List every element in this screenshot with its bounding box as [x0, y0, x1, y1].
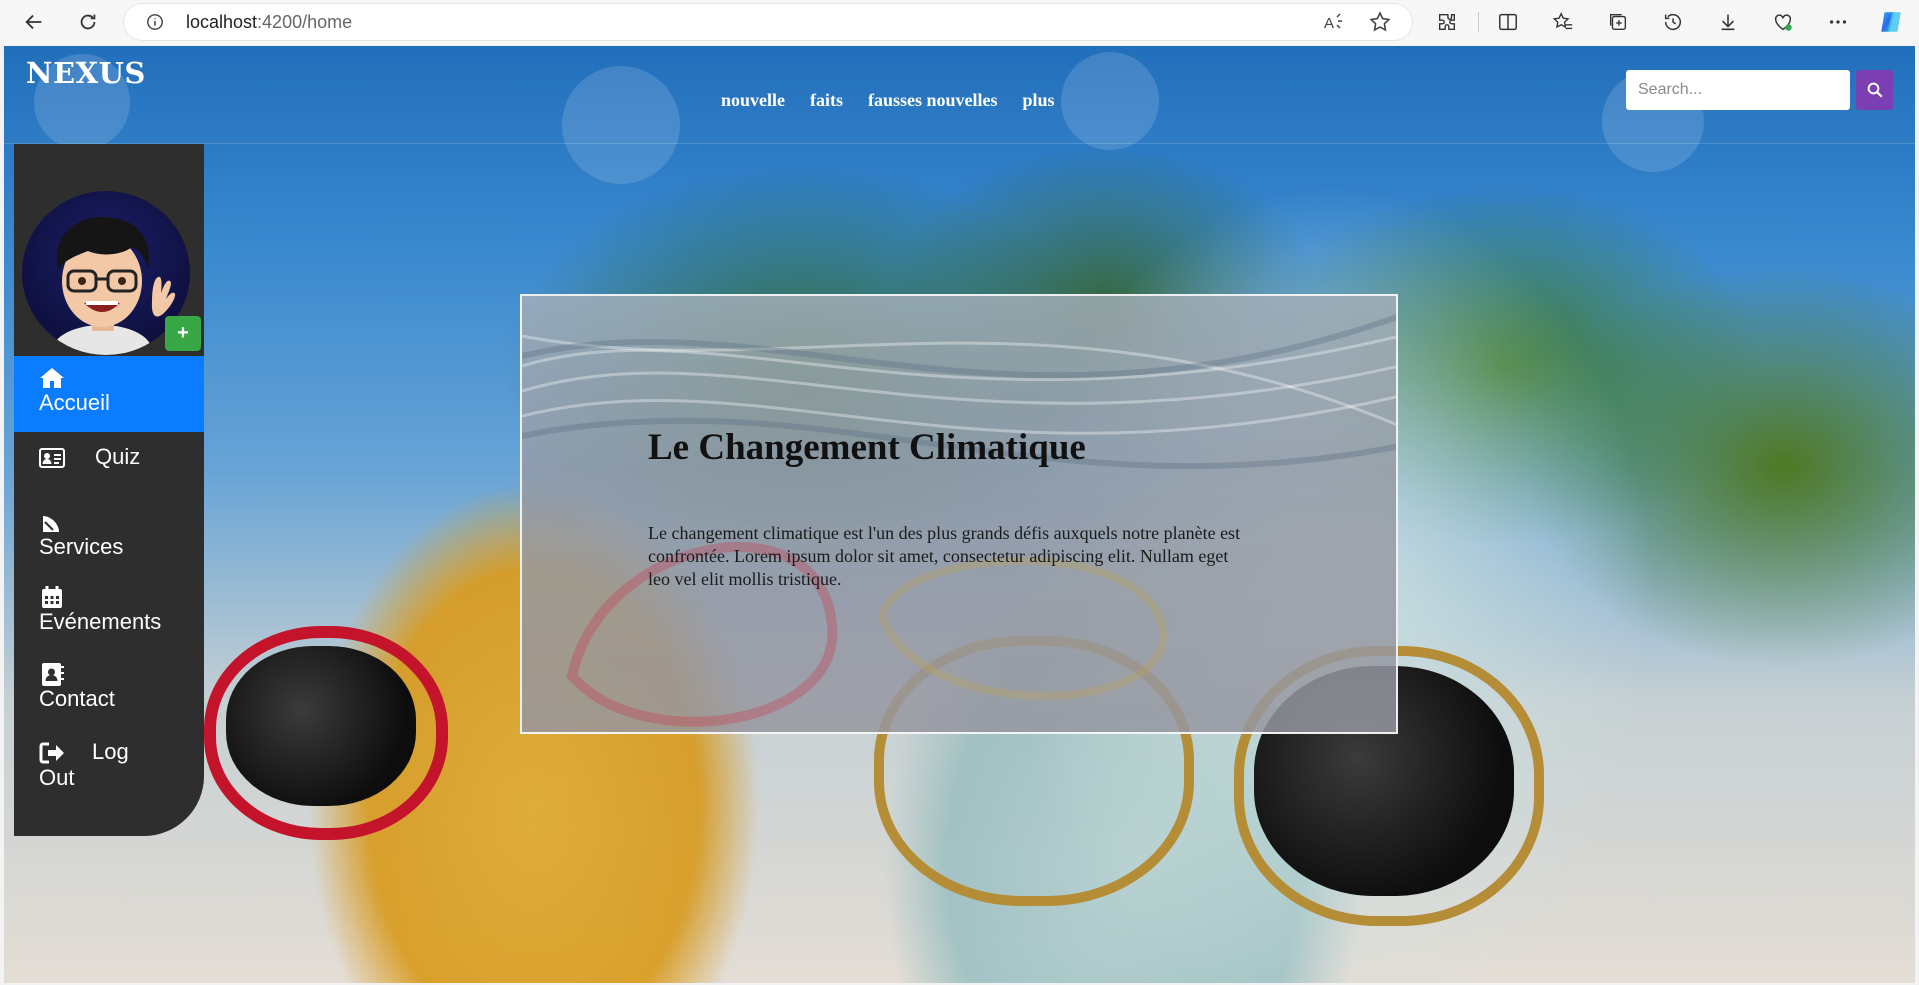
search-icon — [1867, 82, 1883, 98]
more-icon[interactable] — [1821, 5, 1855, 39]
refresh-icon[interactable] — [71, 5, 105, 39]
home-icon — [40, 368, 64, 388]
content-card: Le Changement Climatique Le changement c… — [520, 294, 1398, 734]
card-title: Le Changement Climatique — [648, 427, 1086, 468]
sidebar-item-quiz[interactable]: Quiz — [14, 432, 204, 496]
url-text[interactable]: localhost:4200/home — [186, 12, 352, 33]
calendar-icon — [42, 586, 62, 608]
history-icon[interactable] — [1656, 5, 1690, 39]
svg-text:A: A — [1324, 15, 1334, 32]
copilot-icon[interactable] — [1874, 5, 1908, 39]
favorites-icon[interactable] — [1546, 5, 1580, 39]
browser-essentials-icon[interactable] — [1766, 5, 1800, 39]
favorite-star-icon[interactable] — [1368, 10, 1392, 34]
sidebar-item-evenements[interactable]: Evénements — [14, 573, 204, 650]
address-bar[interactable]: localhost:4200/home A — [124, 4, 1412, 40]
page-background: NEXUS nouvelle faits fausses nouvelles p… — [4, 46, 1915, 983]
sidebar-item-services[interactable]: Services — [14, 496, 204, 573]
sidebar-item-label: Contact — [39, 686, 115, 711]
sign-out-icon — [39, 742, 64, 764]
sidebar-menu: Accueil Quiz Services Evénements Contact… — [14, 356, 204, 817]
info-icon[interactable] — [146, 13, 164, 31]
nav-link-fausses-nouvelles[interactable]: fausses nouvelles — [868, 90, 998, 111]
collections-icon[interactable] — [1601, 5, 1635, 39]
nav-link-plus[interactable]: plus — [1023, 90, 1055, 111]
brand-logo[interactable]: NEXUS — [26, 56, 146, 90]
search-button[interactable] — [1856, 70, 1893, 110]
card-wave-pattern — [522, 314, 1396, 727]
satellite-dish-icon — [43, 511, 64, 532]
card-text: Le changement climatique est l'un des pl… — [648, 523, 1241, 589]
sidebar-item-log-out[interactable]: Log Out — [14, 727, 204, 817]
sidebar: + Accueil Quiz Services Evénements Conta… — [14, 144, 204, 836]
split-screen-icon[interactable] — [1491, 5, 1525, 39]
search-input[interactable] — [1626, 70, 1850, 110]
read-aloud-icon[interactable]: A — [1322, 10, 1346, 34]
extensions-icon[interactable] — [1430, 5, 1464, 39]
address-book-icon — [42, 663, 64, 686]
sidebar-item-label: Services — [39, 534, 124, 559]
sidebar-item-label: Accueil — [39, 390, 110, 415]
sidebar-item-label: Evénements — [39, 609, 162, 634]
downloads-icon[interactable] — [1711, 5, 1745, 39]
add-photo-button[interactable]: + — [165, 316, 201, 351]
id-card-icon — [39, 448, 65, 468]
top-navbar: NEXUS nouvelle faits fausses nouvelles p… — [4, 46, 1915, 184]
nav-links: nouvelle faits fausses nouvelles plus — [721, 90, 1055, 111]
nav-link-nouvelle[interactable]: nouvelle — [721, 90, 785, 111]
sidebar-item-contact[interactable]: Contact — [14, 650, 204, 727]
sidebar-item-accueil[interactable]: Accueil — [14, 356, 204, 432]
nav-link-faits[interactable]: faits — [810, 90, 843, 111]
profile-section: + — [14, 144, 204, 356]
browser-toolbar: localhost:4200/home A — [0, 0, 1919, 45]
back-icon[interactable] — [17, 5, 51, 39]
sidebar-item-label: Quiz — [95, 444, 141, 469]
toolbar-divider — [1478, 12, 1479, 32]
